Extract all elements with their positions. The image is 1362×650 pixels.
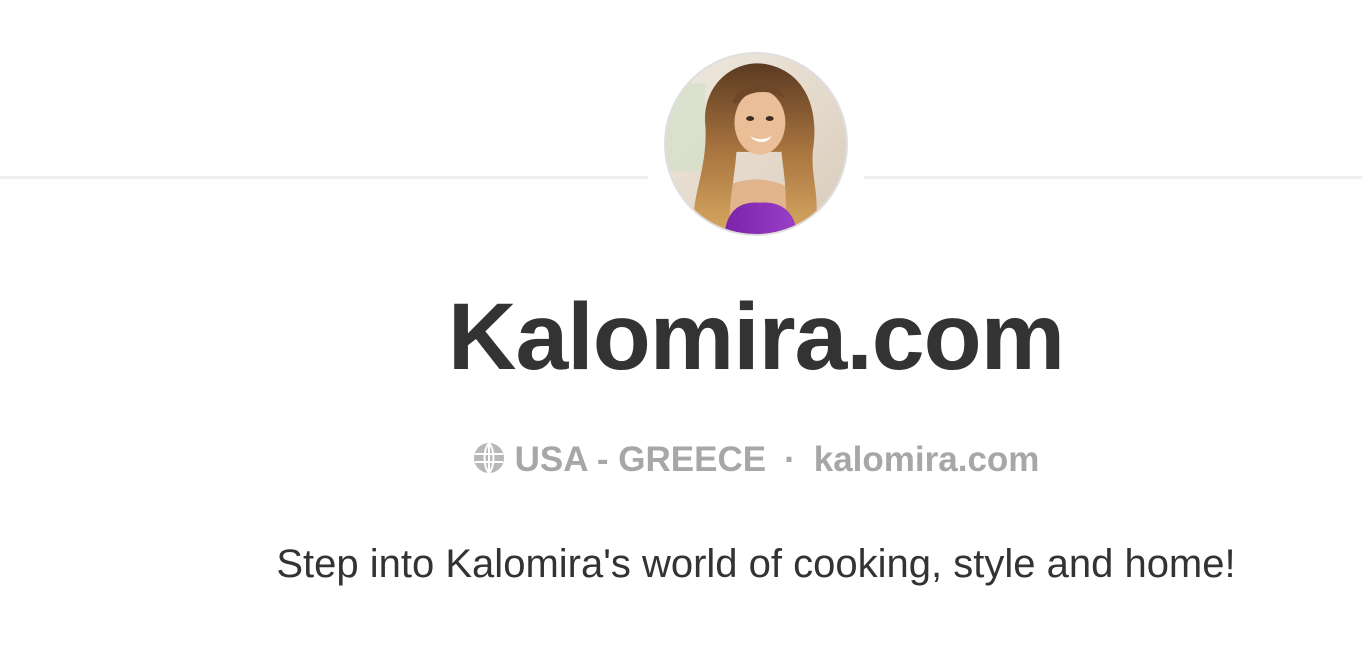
header-divider-right xyxy=(864,176,1362,179)
profile-avatar[interactable] xyxy=(664,52,848,236)
profile-meta: USA - GREECE · kalomira.com xyxy=(0,438,1362,482)
location-label: USA - GREECE xyxy=(514,440,767,479)
avatar-image xyxy=(666,54,846,234)
globe-icon xyxy=(473,441,505,474)
website-link[interactable]: kalomira.com xyxy=(814,440,1040,479)
header-divider-left xyxy=(0,176,648,179)
profile-name: Kalomira.com xyxy=(447,284,1065,390)
profile-bio: Step into Kalomira's world of cooking, s… xyxy=(276,542,1236,586)
meta-separator: · xyxy=(784,440,796,479)
